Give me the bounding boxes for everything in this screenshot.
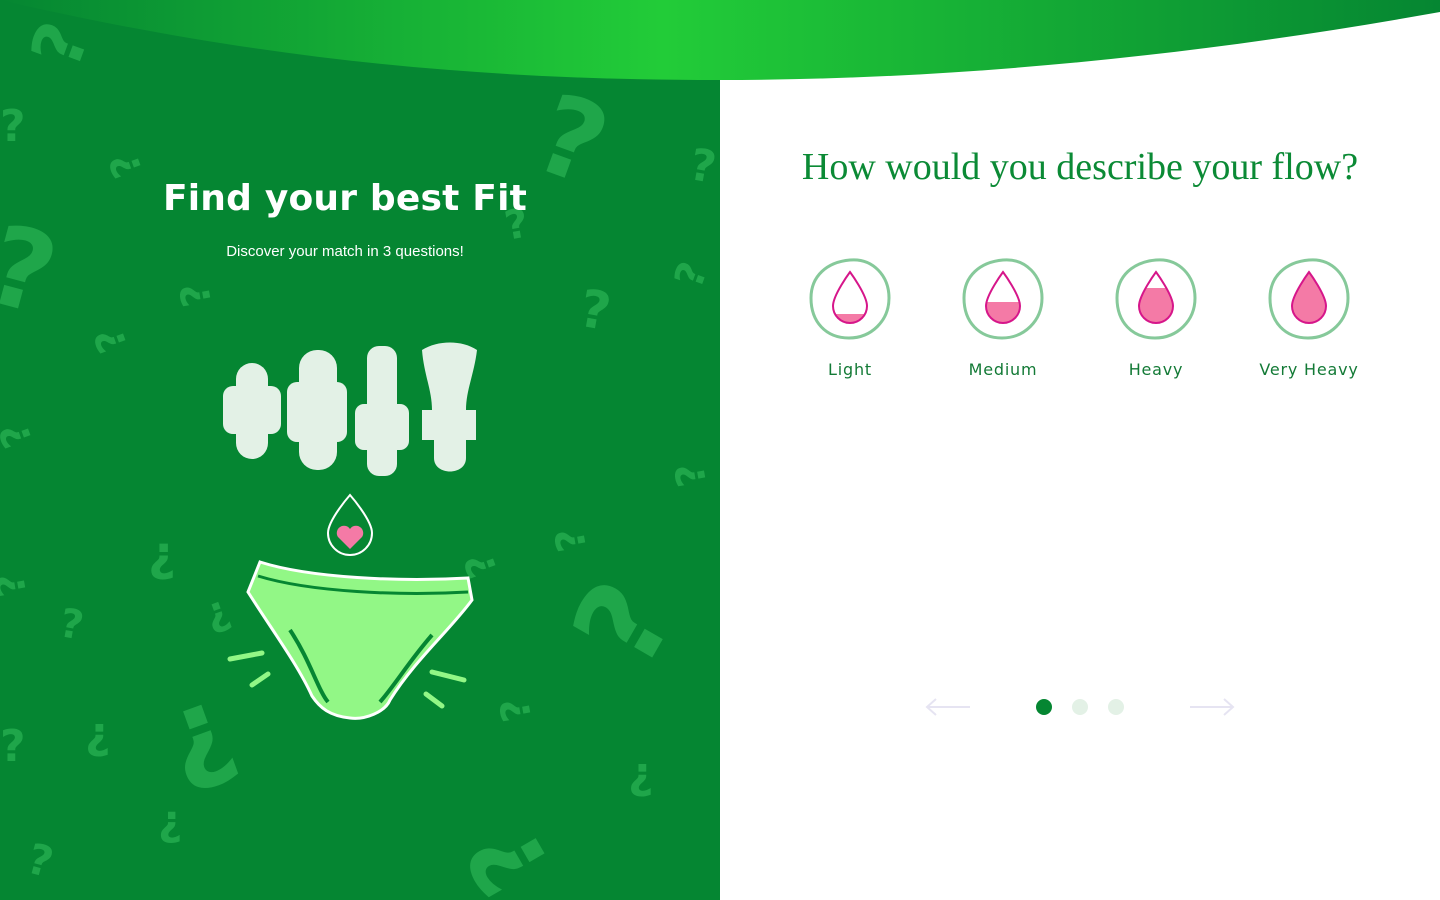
question-mark-icon: ?	[0, 721, 26, 772]
question-mark-icon: ?	[56, 600, 88, 650]
step-dot-3[interactable]	[1108, 699, 1124, 715]
question-mark-icon: ?	[171, 279, 222, 311]
pads-icon	[223, 342, 477, 476]
question-mark-icon: ?	[0, 199, 70, 341]
question-mark-icon: ?	[666, 256, 718, 294]
question-mark-icon: ?	[443, 805, 574, 900]
underwear-icon	[227, 560, 474, 720]
question-mark-icon: ?	[86, 321, 138, 359]
heart-drop-icon	[326, 493, 374, 556]
option-heavy[interactable]: Heavy	[1096, 258, 1216, 379]
step-dot-1[interactable]	[1036, 699, 1052, 715]
inverted-question-mark-icon: ¿	[158, 796, 183, 845]
flow-options: Light Medium Heavy Very Heavy	[790, 258, 1390, 398]
question-mark-icon: ?	[546, 559, 702, 690]
drop-heavy-icon	[1115, 258, 1197, 340]
drop-very-heavy-icon	[1268, 258, 1350, 340]
hero-subtitle: Discover your match in 3 questions!	[226, 243, 464, 260]
question-mark-icon: ?	[685, 139, 720, 194]
option-light-label: Light	[828, 360, 872, 379]
step-carousel	[720, 690, 1440, 724]
question-mark-icon: ?	[491, 694, 542, 726]
question-mark-icon: ?	[0, 101, 26, 152]
question-mark-icon: ?	[666, 459, 717, 491]
drop-light-icon	[809, 258, 891, 340]
question-mark-icon: ?	[575, 278, 616, 344]
inverted-question-mark-icon: ¿	[148, 526, 176, 582]
arrow-left-icon[interactable]	[924, 696, 972, 718]
inverted-question-mark-icon: ¿	[628, 748, 654, 799]
option-very-heavy-label: Very Heavy	[1259, 360, 1359, 379]
step-dot-2[interactable]	[1072, 699, 1088, 715]
header-wave	[0, 0, 1440, 80]
question-mark-icon: ?	[546, 524, 597, 556]
drop-medium-icon	[962, 258, 1044, 340]
arrow-right-icon[interactable]	[1188, 696, 1236, 718]
inverted-question-mark-icon: ¿	[85, 708, 111, 759]
option-medium[interactable]: Medium	[943, 258, 1063, 379]
option-light[interactable]: Light	[790, 258, 910, 379]
option-heavy-label: Heavy	[1128, 360, 1184, 379]
question-mark-icon: ?	[0, 416, 43, 454]
hero-title: Find your best Fit	[162, 178, 528, 219]
option-very-heavy[interactable]: Very Heavy	[1249, 258, 1369, 379]
question-mark-icon: ?	[0, 569, 37, 601]
option-medium-label: Medium	[968, 360, 1038, 379]
question-title: How would you describe your flow?	[801, 146, 1359, 188]
pads-illustration	[223, 342, 477, 720]
question-mark-icon: ?	[22, 833, 59, 888]
